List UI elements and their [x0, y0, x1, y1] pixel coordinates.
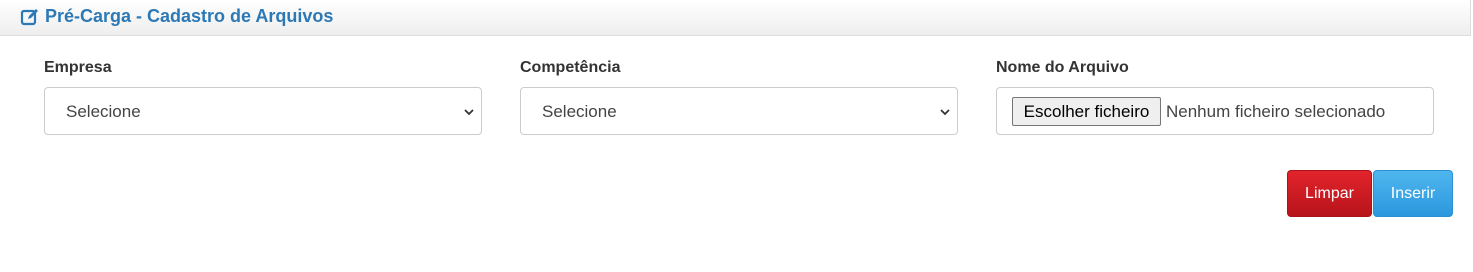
competencia-select[interactable]: Selecione — [520, 87, 958, 135]
empresa-label: Empresa — [44, 59, 112, 76]
page-title: Pré-Carga - Cadastro de Arquivos — [45, 6, 334, 26]
competencia-selected-value: Selecione — [542, 102, 617, 121]
chevron-down-icon — [464, 109, 474, 116]
competencia-label: Competência — [520, 59, 621, 76]
edit-icon — [20, 9, 38, 26]
clear-button[interactable]: Limpar — [1287, 170, 1372, 217]
arquivo-label: Nome do Arquivo — [996, 59, 1129, 76]
choose-file-button[interactable]: Escolher ficheiro — [1012, 97, 1161, 126]
empresa-select[interactable]: Selecione — [44, 87, 482, 135]
chevron-down-icon — [940, 109, 950, 116]
panel-header: Pré-Carga - Cadastro de Arquivos — [0, 0, 1471, 36]
empresa-selected-value: Selecione — [66, 102, 141, 121]
file-input[interactable]: Escolher ficheiro Nenhum ficheiro seleci… — [996, 87, 1434, 135]
file-status-text: Nenhum ficheiro selecionado — [1166, 102, 1386, 121]
insert-button[interactable]: Inserir — [1373, 170, 1453, 217]
